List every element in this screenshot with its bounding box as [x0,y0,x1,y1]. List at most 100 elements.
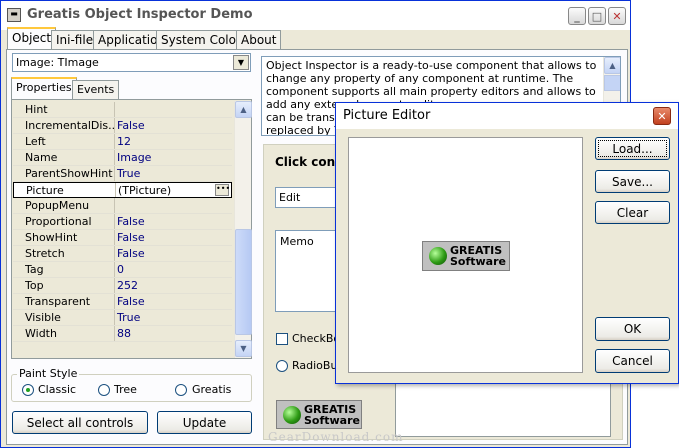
watermark: GearDownload.com [268,430,404,444]
property-rows: Hint IncrementalDis... False Left 12 Name Imag… [13,102,235,358]
property-name: Width [25,327,57,340]
dialog-close-icon[interactable]: ✕ [653,107,671,125]
property-value[interactable]: False [117,118,145,133]
property-value[interactable]: (TPicture) [118,183,171,198]
demo-edit[interactable]: Edit [275,187,343,208]
tab-about[interactable]: About [236,30,282,50]
property-value[interactable]: False [117,246,145,261]
property-value[interactable]: Image [117,150,151,165]
property-row[interactable]: Transparent False [13,294,232,310]
tab-properties[interactable]: Properties [11,77,77,99]
property-separator [114,214,115,229]
demo-memo[interactable]: Memo [275,230,343,312]
property-row[interactable]: Width 88 [13,326,232,342]
property-row[interactable]: Name Image [13,150,232,166]
preview-logo-text: GREATIS Software [450,245,506,267]
tab-ini-file[interactable]: Ini-file [51,30,99,50]
property-value[interactable]: True [117,310,140,325]
property-separator [114,134,115,149]
property-row[interactable]: ParentShowHint True [13,166,232,182]
property-value[interactable]: False [117,230,145,245]
greatis-logo-icon [283,405,301,424]
ok-button[interactable]: OK [595,317,670,341]
property-name: Proportional [25,215,92,228]
property-name: Visible [25,311,61,324]
property-row[interactable]: Top 252 [13,278,232,294]
demo-edit-value: Edit [279,191,301,204]
property-name: Tag [25,263,44,276]
property-row[interactable]: Proportional False [13,214,232,230]
property-separator [114,150,115,165]
object-combo-value: Image: TImage [16,56,99,69]
radio-tree[interactable] [98,384,110,396]
picture-editor-title-bar[interactable]: Picture Editor ✕ [336,103,678,129]
property-row[interactable]: IncrementalDis... False [13,118,232,134]
property-row[interactable]: Tag 0 [13,262,232,278]
clear-button[interactable]: Clear [595,201,670,224]
demo-logo-line2: Software [304,413,360,427]
app-icon: ▬ [7,8,21,22]
property-row[interactable]: Visible True [13,310,232,326]
property-separator [114,102,115,117]
scroll-thumb[interactable] [235,229,252,335]
property-separator [114,262,115,277]
object-combo[interactable]: Image: TImage ▼ [12,53,251,72]
demo-image-logo[interactable]: GREATIS Software [276,400,362,429]
property-name: Left [25,135,46,148]
select-all-controls-button[interactable]: Select all controls [12,411,148,434]
desc-scroll-up-icon[interactable]: ▲ [604,57,620,74]
tab-object[interactable]: Object [7,27,57,49]
radio-greatis[interactable] [175,384,187,396]
property-name: ParentShowHint [25,167,113,180]
property-value[interactable]: 0 [117,262,124,277]
property-name: Name [25,151,58,164]
ellipsis-button-icon[interactable]: ••• [215,184,230,196]
property-value[interactable]: 88 [117,326,131,341]
demo-logo-text: GREATIS Software [304,404,360,426]
property-row[interactable]: Picture (TPicture) ••• [13,182,232,198]
load-button[interactable]: Load... [595,137,670,160]
picture-editor-title: Picture Editor [343,108,431,123]
property-separator [114,294,115,309]
property-name: ShowHint [25,231,78,244]
chevron-down-icon[interactable]: ▼ [233,55,249,70]
update-button[interactable]: Update [157,411,252,434]
property-row[interactable]: Left 12 [13,134,232,150]
property-row[interactable]: PopupMenu [13,198,232,214]
minimize-icon[interactable]: _ [568,7,586,25]
save-button[interactable]: Save... [595,170,670,193]
cancel-button[interactable]: Cancel [595,349,670,373]
property-value[interactable]: True [117,166,140,181]
property-value[interactable]: False [117,294,145,309]
radio-classic[interactable] [22,384,34,396]
demo-checkbox[interactable] [276,333,288,345]
property-name: Picture [26,184,64,197]
scroll-up-icon[interactable]: ▲ [235,101,252,118]
property-separator [114,278,115,293]
demo-memo-value: Memo [280,235,314,248]
property-separator [114,310,115,325]
scroll-down-icon[interactable]: ▼ [235,340,252,357]
property-separator [114,198,115,213]
picture-editor-dialog: Picture Editor ✕ GREATIS Software Load...… [335,102,679,384]
close-icon[interactable]: ✕ [608,7,626,25]
demo-radio[interactable] [276,360,288,372]
maximize-icon[interactable]: □ [588,7,606,25]
desc-scroll-thumb[interactable] [604,75,620,91]
property-name: Top [25,279,44,292]
property-row[interactable]: Hint [13,102,232,118]
paint-style-label: Paint Style [17,367,80,380]
main-title-bar[interactable]: ▬ Greatis Object Inspector Demo _ □ ✕ [1,1,630,30]
radio-tree-label: Tree [114,383,137,396]
property-value[interactable]: 12 [117,134,131,149]
property-value[interactable]: 252 [117,278,138,293]
tab-events[interactable]: Events [72,80,120,100]
property-row[interactable]: Stretch False [13,246,232,262]
preview-logo-line2: Software [450,255,506,268]
property-name: Hint [25,103,48,116]
property-value[interactable]: False [117,214,145,229]
radio-classic-label: Classic [38,383,77,396]
property-row[interactable]: ShowHint False [13,230,232,246]
property-scrollbar[interactable]: ▲ ▼ [234,101,252,358]
property-separator [114,118,115,133]
